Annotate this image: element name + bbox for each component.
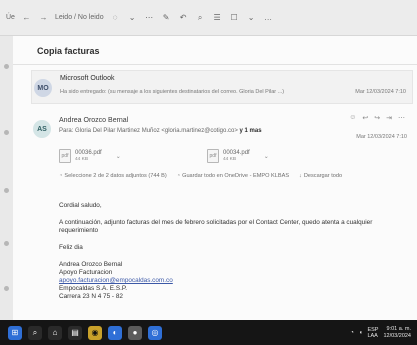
message-date: Mar 12/03/2024 7:10 (356, 134, 407, 140)
avatar-as: AS (33, 120, 51, 138)
windows-taskbar: ⊞ ⌕ ⌂ ▤ ◉ ◐ ● ◎ ◔ ◖ ESP LAA 9:01 a. m. 12/… (0, 320, 417, 345)
search-icon[interactable]: ⌕ (28, 325, 42, 340)
system-tray: ◔ ◖ ESP LAA 9:01 a. m. 12/03/2024 (350, 326, 417, 338)
toolbar: Úe ← → Leido / No leido ◌ ⌄ ⋯ ✎ ↶ ⌕ ☰ ☐ … (0, 0, 417, 36)
send-icon[interactable]: ⇥ (386, 114, 392, 122)
read-unread-label[interactable]: Leido / No leido (55, 14, 104, 21)
wifi-icon[interactable]: ◔ (350, 330, 354, 336)
select-attachments[interactable]: ◔ Seleccione 2 de 2 datos adjuntos (744 B… (59, 173, 167, 179)
signature-email[interactable]: apoyo.facturacion@empocaldas.com.co (59, 277, 409, 285)
chevron-down-icon[interactable]: ⌄ (246, 12, 257, 23)
avatar-mo: MO (34, 79, 52, 97)
recipient-line: Para: Gloria Del Pilar Martinez Muñoz <g… (59, 128, 262, 134)
menu-icon[interactable]: ☰ (212, 12, 223, 23)
signature-address: Carrera 23 N 4 75 - 82 (59, 293, 123, 300)
left-rail (0, 36, 14, 320)
to-prefix: Para: (59, 128, 74, 134)
back-icon[interactable]: ← (21, 12, 32, 23)
home-icon[interactable]: ⌂ (48, 325, 62, 340)
rail-dot (4, 130, 9, 135)
reading-pane: Copia facturas MO Microsoft Outlook Ha s… (13, 36, 417, 320)
app-icon[interactable]: ● (128, 325, 142, 340)
browser-icon[interactable]: ◐ (108, 325, 122, 340)
attachment-size: 44 KB (75, 157, 89, 162)
message-preview: Ha sido entregado: (su mensaje a los sig… (60, 89, 285, 95)
attachment-item[interactable]: pdf 00036.pdf 44 KB ⌄ (59, 146, 121, 166)
message-date: Mar 12/03/2024 7:10 (355, 89, 406, 95)
signature-company: Empocaldas S.A. E.S.P. (59, 285, 128, 292)
signature-role: Apoyo Facturacion (59, 269, 113, 276)
pdf-icon: pdf (59, 149, 71, 163)
message-body-container: AS Andrea Orozco Bernal ☺ ↩ ↪ ⇥ ⋯ Para: … (31, 110, 413, 318)
sender-name: Microsoft Outlook (60, 75, 115, 82)
volume-icon[interactable]: ◖ (359, 330, 363, 336)
rail-dot (4, 241, 9, 246)
reply-icon[interactable]: ↩ (362, 114, 368, 122)
save-to-onedrive[interactable]: ◔ Guardar todo en OneDrive - EMPO KLBAS (177, 173, 289, 179)
toolbar-item[interactable]: Úe (6, 14, 15, 21)
message-header-outlook[interactable]: MO Microsoft Outlook Ha sido entregado: … (31, 70, 413, 104)
rail-dot (4, 286, 9, 291)
more-icon[interactable]: ⋯ (144, 12, 155, 23)
start-icon[interactable]: ⊞ (8, 325, 22, 340)
attachment-name: 00034.pdf (223, 150, 250, 156)
signature-name: Andrea Orozco Bernal (59, 261, 123, 268)
files-icon[interactable]: ▤ (68, 325, 82, 340)
attachment-name: 00036.pdf (75, 150, 102, 156)
more-icon[interactable]: ⋯ (398, 114, 405, 122)
mail-subject: Copia facturas (37, 46, 100, 56)
emoji-icon[interactable]: ☺ (349, 114, 356, 122)
ellipsis-icon[interactable]: … (263, 12, 274, 23)
status-icon[interactable]: ◌ (110, 12, 121, 23)
chevron-down-icon[interactable]: ⌄ (116, 153, 121, 160)
rail-dot (4, 188, 9, 193)
to-name: Gloria Del Pilar Martinez Muñoz <gloria.… (75, 128, 238, 134)
to-suffix: y 1 mas (239, 128, 262, 134)
message-text: Cordial saludo, A continuación, adjunto … (59, 202, 409, 301)
outlook-icon[interactable]: ◎ (148, 325, 162, 340)
search-icon[interactable]: ⌕ (195, 12, 206, 23)
undo-icon[interactable]: ↶ (178, 12, 189, 23)
message-actions: ☺ ↩ ↪ ⇥ ⋯ (349, 114, 405, 122)
attachment-size: 44 KB (223, 157, 237, 162)
folder-icon[interactable]: ◉ (88, 325, 102, 340)
divider (13, 64, 417, 65)
clock[interactable]: 9:01 a. m. 12/03/2024 (383, 326, 411, 338)
forward-icon[interactable]: → (38, 12, 49, 23)
dropdown-icon[interactable]: ⌄ (127, 12, 138, 23)
greeting: Cordial saludo, (59, 202, 102, 209)
window-icon[interactable]: ☐ (229, 12, 240, 23)
chevron-down-icon[interactable]: ⌄ (264, 153, 269, 160)
rail-dot (4, 64, 9, 69)
body-paragraph: A continuación, adjunto facturas del mes… (59, 219, 373, 234)
closing: Feliz dia (59, 244, 83, 251)
language-label: ESP LAA (367, 326, 379, 339)
edit-icon[interactable]: ✎ (161, 12, 172, 23)
download-all[interactable]: ↓ Descargar todo (299, 173, 342, 179)
forward-icon[interactable]: ↪ (374, 114, 380, 122)
sender-name: Andrea Orozco Bernal (59, 117, 129, 124)
attachment-item[interactable]: pdf 00034.pdf 44 KB ⌄ (207, 146, 269, 166)
pdf-icon: pdf (207, 149, 219, 163)
attachment-actions: ◔ Seleccione 2 de 2 datos adjuntos (744 B… (59, 173, 342, 179)
